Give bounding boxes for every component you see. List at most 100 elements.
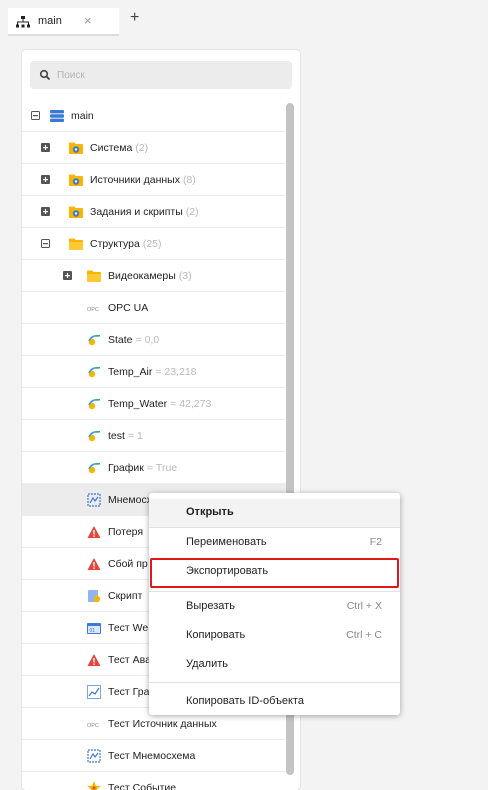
menu-item-copy[interactable]: Копировать Ctrl + C: [149, 622, 400, 650]
close-icon[interactable]: ×: [84, 13, 92, 28]
menu-item-open[interactable]: Открыть: [149, 499, 400, 527]
tree-item-name: Тест Гра: [108, 686, 150, 698]
collapse-icon[interactable]: [31, 111, 40, 120]
tree-item-label: Тест We: [108, 622, 151, 634]
variable-icon: [88, 367, 100, 378]
folder-icon: [87, 270, 101, 282]
alarm-icon: [87, 526, 101, 538]
tree-item-label: test = 1: [108, 430, 143, 442]
folder-gear-icon: [69, 174, 83, 186]
tree-root-main[interactable]: main: [22, 100, 286, 132]
variable-icon: [88, 463, 100, 474]
tree-item-meta: (25): [142, 238, 162, 250]
tree-item[interactable]: График = True: [22, 452, 286, 484]
menu-item-label: Открыть: [186, 506, 234, 518]
tree-item-name: Источники данных: [90, 174, 180, 186]
menu-item-rename[interactable]: Переименовать F2: [149, 529, 400, 557]
tree-item-label: State = 0,0: [108, 334, 159, 346]
tree-item[interactable]: Тест Мнемосхема: [22, 740, 286, 772]
database-icon: [50, 110, 64, 122]
tree-item-meta: (2): [185, 206, 199, 218]
tree-item-label: main: [71, 110, 94, 122]
opc-icon: OPC: [87, 307, 99, 313]
menu-item-label: Вырезать: [186, 600, 235, 612]
search-icon: [39, 69, 51, 81]
menu-item-label: Удалить: [186, 658, 228, 670]
tree-item-label: Задания и скрипты (2): [90, 206, 199, 218]
tree-item-label: График = True: [108, 462, 177, 474]
tree-item-name: test: [108, 430, 125, 442]
tree-item-name: Тест We: [108, 622, 149, 634]
tree-item[interactable]: Temp_Air = 23,218: [22, 356, 286, 388]
svg-text:OPC: OPC: [87, 723, 99, 729]
opc-icon: OPC: [87, 723, 99, 729]
tree-item-name: State: [108, 334, 133, 346]
tree-item-name: Потеря: [108, 526, 144, 538]
tree-item-label: Структура (25): [90, 238, 162, 250]
tree-item-label: Тест Мнемосхема: [108, 750, 198, 762]
tree-item-name: Temp_Air: [108, 366, 153, 378]
folder-icon: [69, 238, 83, 250]
expand-icon[interactable]: [41, 207, 50, 216]
menu-item-cut[interactable]: Вырезать Ctrl + X: [149, 593, 400, 621]
tree-item-meta: (2): [135, 142, 149, 154]
tree-item[interactable]: Источники данных (8): [22, 164, 286, 196]
hierarchy-icon: [16, 16, 30, 28]
tree-item-name: Тест Ава: [108, 654, 151, 666]
expand-icon[interactable]: [41, 175, 50, 184]
tab-title: main: [38, 15, 62, 27]
script-icon: [88, 590, 101, 603]
tree-item-name: Скрипт: [108, 590, 143, 602]
tree-item-name: Видеокамеры: [108, 270, 176, 282]
menu-item-shortcut: F2: [369, 536, 382, 548]
tree-item[interactable]: State = 0,0: [22, 324, 286, 356]
tree-item[interactable]: Temp_Water = 42,273: [22, 388, 286, 420]
menu-divider: [149, 682, 400, 683]
tree-item-name: График: [108, 462, 144, 474]
menu-divider: [149, 527, 400, 528]
search-input[interactable]: [55, 65, 285, 85]
tree-item-name: Задания и скрипты: [90, 206, 183, 218]
alarm-icon: [87, 558, 101, 570]
svg-text:OPC: OPC: [87, 307, 99, 313]
tree-item[interactable]: OPC OPC UA: [22, 292, 286, 324]
tree-item-label: Temp_Air = 23,218: [108, 366, 197, 378]
tree-item[interactable]: Тест Событие: [22, 772, 286, 790]
expand-icon[interactable]: [41, 143, 50, 152]
tree-item[interactable]: test = 1: [22, 420, 286, 452]
tab-main[interactable]: main ×: [8, 8, 119, 36]
tree-item-meta: = 0,0: [135, 334, 160, 346]
tree-item-meta: = 23,218: [155, 366, 197, 378]
tree-item[interactable]: Задания и скрипты (2): [22, 196, 286, 228]
tree-item-name: Тест Событие: [108, 782, 177, 790]
menu-item-copy-id[interactable]: Копировать ID-объекта: [149, 688, 400, 716]
expand-icon[interactable]: [63, 271, 72, 280]
tree-item[interactable]: Система (2): [22, 132, 286, 164]
chart-icon: [87, 685, 101, 699]
menu-item-label: Копировать ID-объекта: [186, 695, 304, 707]
tree-item-label: Тест Источник данных: [108, 718, 220, 730]
variable-icon: [88, 399, 100, 410]
folder-gear-icon: [69, 206, 83, 218]
svg-text:01: 01: [90, 628, 96, 634]
tree-item-label: Система (2): [90, 142, 148, 154]
menu-item-delete[interactable]: Удалить: [149, 651, 400, 679]
tree-item[interactable]: Структура (25): [22, 228, 286, 260]
tree-item-name: Сбой пр: [108, 558, 148, 570]
tree-item-name: Тест Источник данных: [108, 718, 217, 730]
mnemonic-icon: [87, 493, 101, 507]
tree-item-label: Тест Ава: [108, 654, 154, 666]
menu-item-label: Копировать: [186, 629, 246, 641]
add-tab-button[interactable]: +: [130, 10, 139, 26]
tree-item-label: Тест Гра: [108, 686, 152, 698]
tree-item[interactable]: Видеокамеры (3): [22, 260, 286, 292]
tree-item-label: Тест Событие: [108, 782, 179, 790]
tree-item-label: Видеокамеры (3): [108, 270, 192, 282]
tree-item-meta: = True: [146, 462, 178, 474]
tree-item-meta: (8): [182, 174, 196, 186]
tree-item-meta: (3): [178, 270, 192, 282]
collapse-icon[interactable]: [41, 239, 50, 248]
tree-item-name: Система: [90, 142, 133, 154]
tree-item-label: OPC UA: [108, 302, 151, 314]
alarm-icon: [87, 654, 101, 666]
